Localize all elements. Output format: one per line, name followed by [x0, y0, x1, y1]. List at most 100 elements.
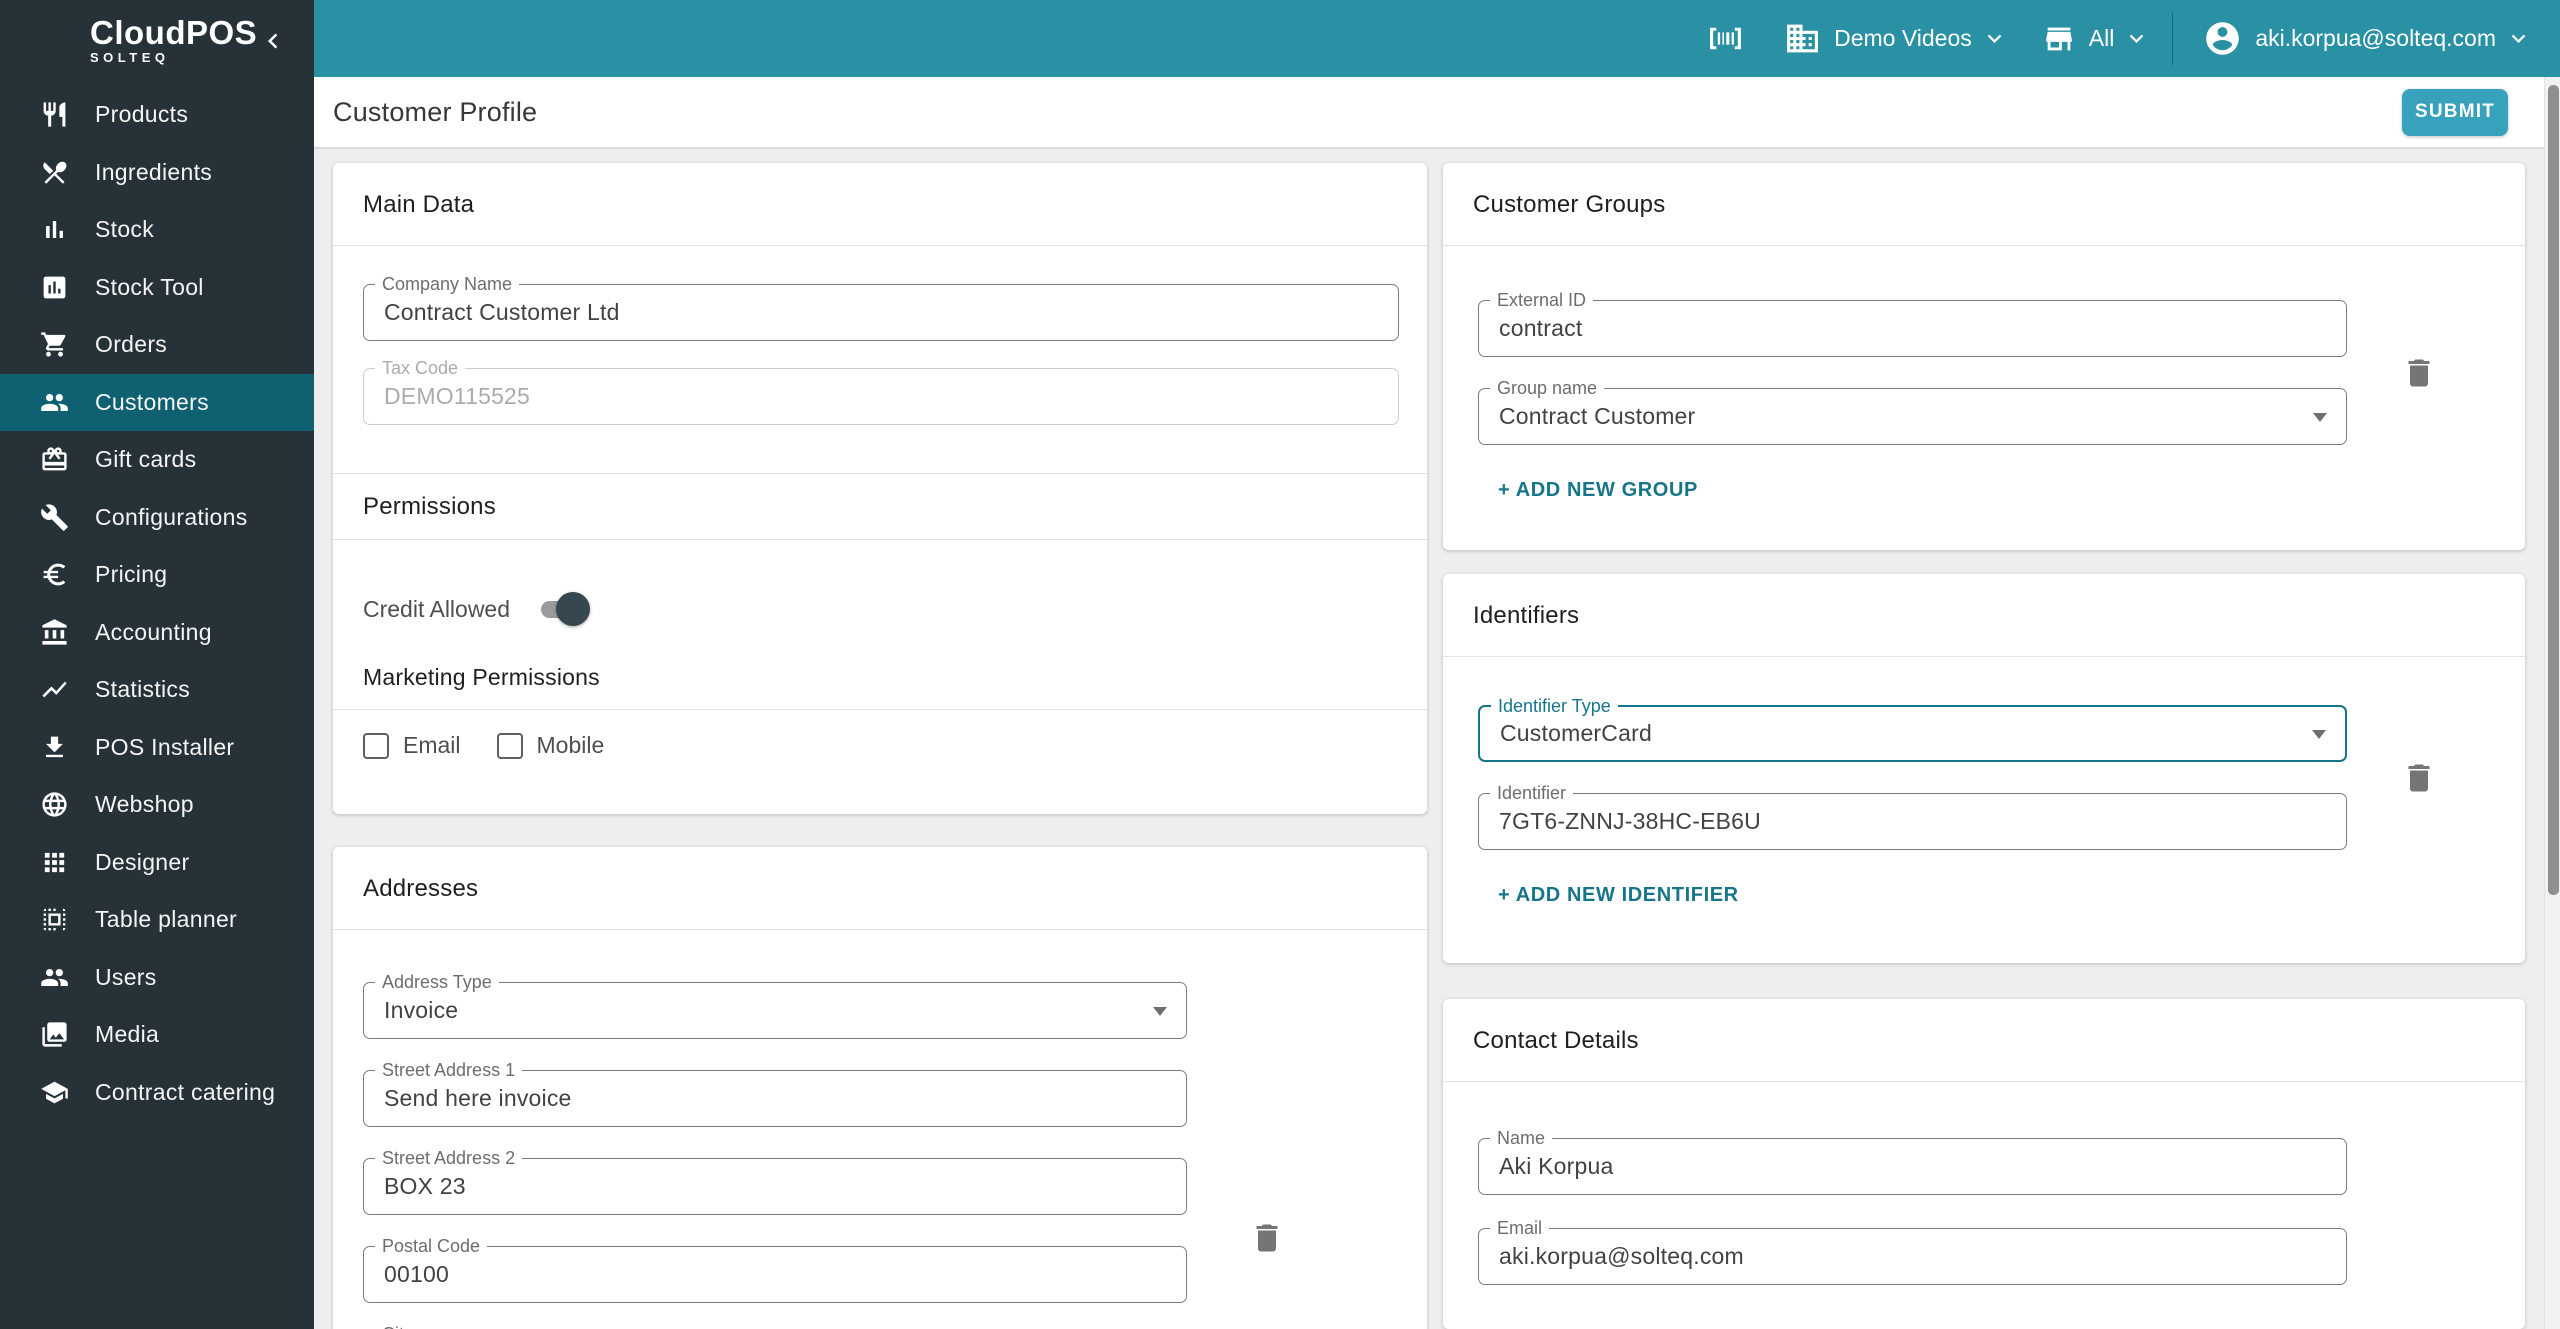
field-value: contract	[1499, 315, 1583, 341]
store-selector[interactable]: All	[2042, 22, 2151, 56]
field-label: Postal Code	[375, 1236, 488, 1257]
chevron-down-icon	[2123, 25, 2150, 52]
store-icon	[2042, 22, 2076, 56]
scrollbar-thumb[interactable]	[2547, 85, 2559, 895]
identifier-type-select[interactable]: Identifier Type CustomerCard	[1478, 696, 2347, 762]
top-bar: Demo Videos All aki.korpua@solteq.com	[314, 0, 2560, 77]
delete-identifier-button[interactable]	[2401, 760, 2437, 796]
field-value: Invoice	[384, 997, 459, 1023]
sidebar-item-ingredients[interactable]: Ingredients	[0, 144, 314, 202]
download-icon	[40, 733, 69, 762]
sidebar-item-stock[interactable]: Stock	[0, 201, 314, 259]
contact-email-field[interactable]: Email aki.korpua@solteq.com	[1478, 1218, 2347, 1285]
field-value: 00100	[384, 1261, 449, 1287]
field-value: Contract Customer Ltd	[384, 299, 620, 325]
sidebar-collapse-button[interactable]	[258, 26, 288, 56]
main-data-card: Main Data Company Name Contract Customer…	[333, 163, 1427, 814]
contact-details-card: Contact Details Name Aki Korpua Email ak…	[1443, 999, 2525, 1329]
field-value: BOX 23	[384, 1173, 466, 1199]
topbar-divider	[2172, 12, 2174, 65]
fork-spoon-icon	[40, 158, 69, 187]
sidebar-item-accounting[interactable]: Accounting	[0, 604, 314, 662]
group-name-select[interactable]: Group name Contract Customer	[1478, 378, 2347, 445]
field-label: City	[375, 1324, 420, 1329]
checkbox-box	[363, 732, 389, 759]
company-selector[interactable]: Demo Videos	[1784, 20, 2008, 57]
sidebar-item-label: Accounting	[95, 618, 212, 645]
postal-code-field[interactable]: Postal Code 00100	[363, 1236, 1187, 1303]
sidebar-item-users[interactable]: Users	[0, 949, 314, 1007]
sidebar-item-designer[interactable]: Designer	[0, 834, 314, 892]
wrench-icon	[40, 503, 69, 532]
field-value: aki.korpua@solteq.com	[1499, 1243, 1744, 1269]
bank-icon	[40, 618, 69, 647]
sidebar-item-pricing[interactable]: Pricing	[0, 546, 314, 604]
sidebar-item-products[interactable]: Products	[0, 86, 314, 144]
barcode-scanner-icon[interactable]	[1707, 20, 1744, 57]
sidebar-item-label: Designer	[95, 848, 190, 875]
checkbox-box	[496, 732, 523, 759]
sidebar-item-customers[interactable]: Customers	[0, 373, 314, 431]
identifier-field[interactable]: Identifier 7GT6-ZNNJ-38HC-EB6U	[1478, 783, 2347, 850]
sidebar-item-label: Stock Tool	[95, 273, 204, 300]
field-value: DEMO115525	[384, 383, 531, 409]
permissions-title: Permissions	[333, 473, 1427, 540]
field-label: External ID	[1490, 290, 1594, 311]
company-name-field[interactable]: Company Name Contract Customer Ltd	[363, 274, 1399, 341]
address-type-select[interactable]: Address Type Invoice	[363, 972, 1187, 1039]
sidebar-item-label: Configurations	[95, 503, 248, 530]
sidebar-item-stock-tool[interactable]: Stock Tool	[0, 259, 314, 317]
addresses-title: Addresses	[333, 847, 1427, 930]
external-id-field[interactable]: External ID contract	[1478, 290, 2347, 357]
contact-name-field[interactable]: Name Aki Korpua	[1478, 1128, 2347, 1195]
mobile-checkbox[interactable]: Mobile	[496, 732, 604, 759]
delete-address-button[interactable]	[1249, 1220, 1285, 1256]
sidebar-item-orders[interactable]: Orders	[0, 316, 314, 374]
store-selector-label: All	[2088, 25, 2115, 51]
dashed-square-icon	[40, 905, 69, 934]
page-toolbar: Customer Profile SUBMIT	[314, 77, 2544, 149]
marketing-permissions-title: Marketing Permissions	[333, 664, 1427, 710]
sidebar-item-contract-catering[interactable]: Contract catering	[0, 1064, 314, 1122]
email-checkbox[interactable]: Email	[363, 732, 461, 759]
user-account-menu[interactable]: aki.korpua@solteq.com	[2203, 19, 2532, 58]
sidebar: CloudPOS SOLTEQ Products Ingredients Sto…	[0, 0, 314, 1329]
sidebar-item-configurations[interactable]: Configurations	[0, 489, 314, 547]
addresses-card: Addresses Address Type Invoice Street Ad…	[333, 847, 1427, 1329]
line-chart-icon	[40, 675, 69, 704]
sidebar-item-statistics[interactable]: Statistics	[0, 661, 314, 719]
school-icon	[40, 1078, 69, 1107]
street-address-1-field[interactable]: Street Address 1 Send here invoice	[363, 1060, 1187, 1127]
customer-groups-title: Customer Groups	[1443, 163, 2525, 246]
sidebar-item-webshop[interactable]: Webshop	[0, 776, 314, 834]
select-arrow-icon	[1153, 1006, 1167, 1016]
restaurant-icon	[40, 100, 69, 129]
field-label: Tax Code	[375, 358, 466, 379]
sidebar-item-label: Table planner	[95, 906, 238, 933]
customer-groups-card: Customer Groups External ID contract Gro…	[1443, 163, 2525, 550]
sidebar-item-label: Media	[95, 1021, 160, 1048]
globe-icon	[40, 790, 69, 819]
sidebar-item-table-planner[interactable]: Table planner	[0, 891, 314, 949]
add-new-group-button[interactable]: + ADD NEW GROUP	[1488, 467, 1708, 514]
field-label: Company Name	[375, 274, 520, 295]
credit-allowed-toggle[interactable]	[532, 590, 592, 628]
credit-allowed-label: Credit Allowed	[363, 595, 511, 622]
chevron-down-icon	[1981, 25, 2008, 52]
photo-library-icon	[40, 1020, 69, 1049]
field-value: 7GT6-ZNNJ-38HC-EB6U	[1499, 808, 1761, 834]
marketing-checkbox-row: Email Mobile	[333, 710, 1427, 814]
sidebar-item-gift-cards[interactable]: Gift cards	[0, 431, 314, 489]
delete-group-button[interactable]	[2401, 355, 2437, 391]
sidebar-item-pos-installer[interactable]: POS Installer	[0, 719, 314, 777]
street-address-2-field[interactable]: Street Address 2 BOX 23	[363, 1148, 1187, 1215]
chevron-down-icon	[2505, 25, 2532, 52]
sidebar-item-label: Gift cards	[95, 446, 197, 473]
field-label: Name	[1490, 1128, 1553, 1149]
sidebar-item-media[interactable]: Media	[0, 1006, 314, 1064]
submit-button[interactable]: SUBMIT	[2402, 88, 2508, 136]
select-arrow-icon	[2313, 412, 2327, 422]
sidebar-item-label: Orders	[95, 331, 168, 358]
sidebar-item-label: Webshop	[95, 791, 194, 818]
add-new-identifier-button[interactable]: + ADD NEW IDENTIFIER	[1488, 872, 1749, 919]
